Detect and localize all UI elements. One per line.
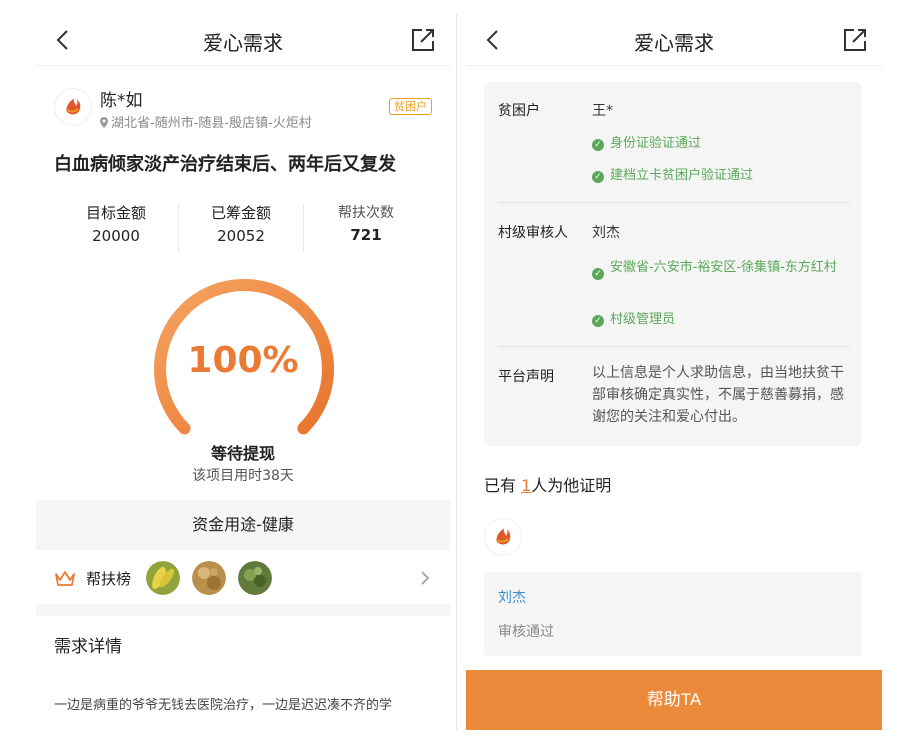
helper-ranking-row[interactable]: 帮扶榜 (36, 552, 450, 604)
crown-icon (55, 571, 75, 586)
village-check-address: ✓ 安徽省-六安市-裕安区-徐集镇-东方红村 (592, 258, 844, 280)
user-name: 陈*如 (100, 91, 143, 111)
poor-label: 贫困户 (498, 103, 540, 119)
project-status: 等待提现 (210, 444, 275, 463)
poor-name: 王* (592, 103, 613, 119)
helper-avatar (146, 561, 180, 595)
help-button[interactable]: 帮助TA (466, 670, 882, 730)
check-text: 村级管理员 (610, 312, 676, 327)
check-icon: ✓ (592, 315, 604, 327)
stat-value: 20052 (217, 227, 265, 245)
stat-help-count: 帮扶次数 721 (303, 202, 429, 244)
stat-label: 帮扶次数 (338, 205, 394, 221)
stat-label: 已筹金额 (210, 204, 271, 222)
nav-bar: 爱心需求 (36, 14, 450, 66)
project-headline: 白血病倾家淡产治疗结束后、两年后又复发 (54, 154, 396, 175)
nav-bar: 爱心需求 (466, 14, 882, 66)
village-name: 刘杰 (592, 225, 620, 241)
certify-count-text: 已有 1人为他证明 (484, 472, 611, 496)
village-check-role: ✓ 村级管理员 (592, 310, 675, 330)
certify-suffix: 人为他证明 (531, 476, 612, 495)
check-icon: ✓ (592, 268, 604, 280)
progress-percent: 100% (187, 340, 299, 381)
village-label: 村级审核人 (498, 225, 568, 241)
helper-ranking-label: 帮扶榜 (86, 570, 132, 588)
card-divider (498, 202, 850, 203)
reviewer-name[interactable]: 刘杰 (498, 587, 526, 607)
left-screen: 爱心需求 陈*如 湖北省-随州市-随县-殷店镇-火炬村 贫困户 白血病倾家淡产治… (36, 14, 450, 730)
reviewer-card: 刘杰 审核通过 (484, 572, 862, 656)
user-location-text: 湖北省-随州市-随县-殷店镇-火炬村 (111, 116, 312, 131)
share-icon[interactable] (842, 27, 868, 53)
stat-target: 目标金额 20000 (53, 202, 179, 245)
detail-title: 需求详情 (54, 637, 122, 657)
project-duration: 该项目用时38天 (192, 468, 294, 484)
verification-card: 贫困户 王* ✓ 身份证验证通过 ✓ 建档立卡贫困户验证通过 村级审核人 刘杰 ✓ 安… (484, 82, 862, 446)
certify-count[interactable]: 1 (521, 476, 531, 495)
poor-check-record: ✓ 建档立卡贫困户验证通过 (592, 166, 753, 186)
share-icon[interactable] (410, 27, 436, 53)
stat-label: 目标金额 (85, 204, 146, 222)
check-icon: ✓ (592, 171, 604, 183)
helper-avatar (238, 561, 272, 595)
detail-text: 一边是病重的爷爷无钱去医院治疗，一边是迟迟凑不齐的学 (54, 698, 393, 713)
stat-raised: 已筹金额 20052 (178, 202, 304, 245)
page-title: 爱心需求 (203, 31, 283, 55)
certify-prefix: 已有 (484, 476, 522, 495)
section-divider (36, 604, 450, 616)
reviewer-status: 审核通过 (498, 624, 554, 640)
card-divider (498, 346, 850, 347)
status-badge: 贫困户 (389, 98, 432, 115)
screen-divider (456, 14, 457, 730)
page-title: 爱心需求 (634, 31, 714, 55)
fund-use: 资金用途-健康 (36, 500, 450, 550)
helper-avatar (192, 561, 226, 595)
user-location: 湖北省-随州市-随县-殷店镇-火炬村 (100, 112, 312, 131)
declaration-text: 以上信息是个人求助信息，由当地扶贫干部审核确定真实性，不属于慈善募捐，感谢您的关… (592, 365, 844, 425)
poor-check-id: ✓ 身份证验证通过 (592, 134, 701, 154)
right-screen: 爱心需求 贫困户 王* ✓ 身份证验证通过 ✓ 建档立卡贫困户验证通过 村级审核人 … (466, 14, 882, 730)
check-text: 安徽省-六安市-裕安区-徐集镇-东方红村 (610, 260, 837, 275)
stat-value: 20000 (92, 227, 140, 245)
certifier-avatar (484, 518, 522, 556)
stat-value: 721 (350, 226, 382, 244)
check-icon: ✓ (592, 139, 604, 151)
user-avatar (54, 88, 92, 126)
declaration-label: 平台声明 (498, 369, 554, 385)
location-pin-icon (100, 117, 108, 128)
check-text: 建档立卡贫困户验证通过 (610, 168, 754, 183)
check-text: 身份证验证通过 (610, 136, 702, 151)
chevron-right-icon (421, 571, 430, 585)
